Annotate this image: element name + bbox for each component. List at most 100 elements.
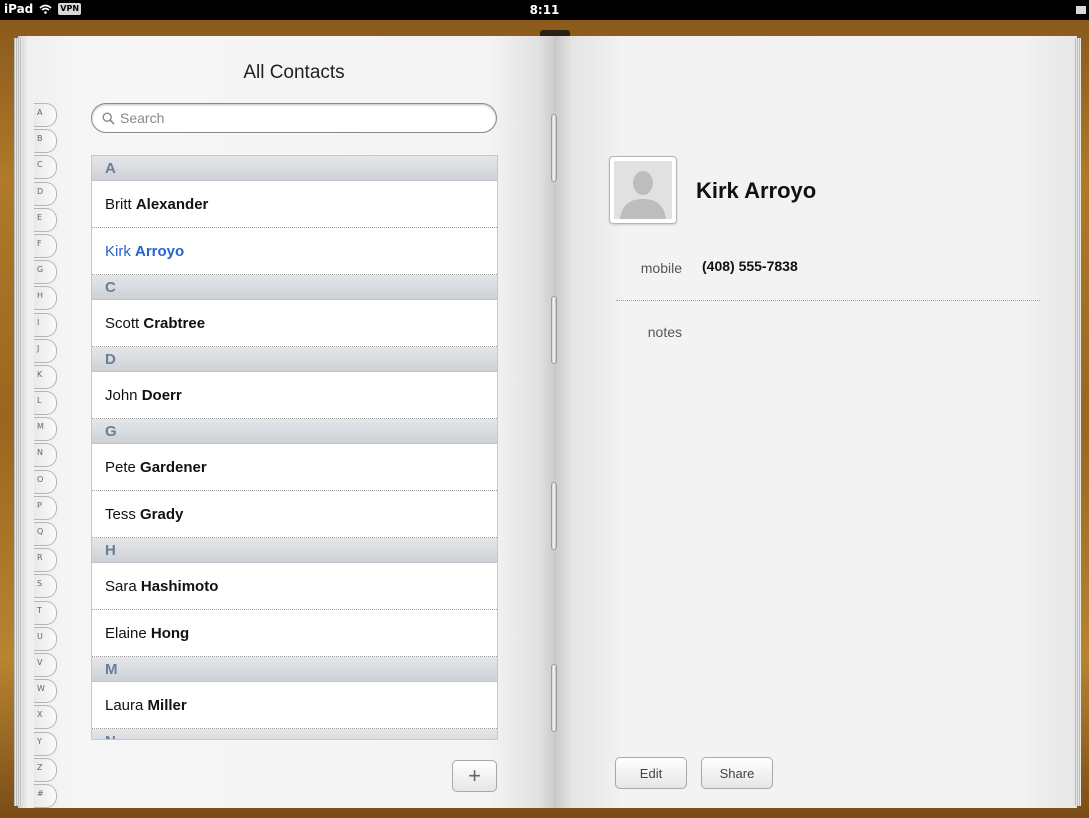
contact-last-name: Alexander (135, 196, 209, 213)
section-header: G (92, 419, 497, 444)
index-tab-s[interactable]: S (34, 573, 58, 599)
binding-ring (551, 482, 557, 550)
contact-row[interactable]: Tess Grady (92, 491, 497, 538)
index-tab-h[interactable]: H (34, 285, 58, 311)
index-tab-label: G (37, 265, 44, 275)
index-tab-t[interactable]: T (34, 600, 58, 626)
binding-ring (551, 296, 557, 364)
index-tab-label: N (37, 448, 43, 458)
index-tab-y[interactable]: Y (34, 731, 58, 757)
index-tab-label: F (37, 238, 42, 248)
index-tab-l[interactable]: L (34, 390, 58, 416)
binding-ring (551, 114, 557, 182)
index-tab-i[interactable]: I (34, 312, 58, 338)
person-silhouette-icon (614, 161, 672, 219)
index-tab-label: Q (37, 527, 44, 536)
section-header: N (92, 729, 497, 739)
index-tab-d[interactable]: D (34, 181, 58, 207)
contact-last-name: Doerr (141, 387, 182, 404)
contact-last-name: Hashimoto (140, 578, 219, 595)
index-tab-e[interactable]: E (34, 207, 58, 233)
mobile-label: mobile (640, 260, 682, 276)
contact-first-name: Elaine (105, 625, 147, 642)
index-tab-f[interactable]: F (34, 233, 58, 259)
status-time: 8:11 (529, 3, 560, 17)
index-tab-b[interactable]: B (34, 128, 58, 154)
avatar[interactable] (609, 156, 677, 224)
index-tab-label: R (37, 553, 43, 563)
index-tab-k[interactable]: K (34, 364, 58, 390)
index-tab-label: A (37, 108, 43, 117)
section-header: H (92, 538, 497, 563)
contact-first-name: Britt (105, 196, 132, 213)
field-divider (616, 300, 1040, 301)
index-tab-hash[interactable]: # (34, 783, 58, 809)
contact-list[interactable]: A Britt Alexander Kirk Arroyo C Scott Crabtr… (91, 155, 498, 740)
mobile-number[interactable]: (408) 555-7838 (702, 258, 798, 274)
contact-first-name: Kirk (105, 243, 131, 260)
index-tab-label: U (37, 631, 43, 641)
index-tab-q[interactable]: Q (34, 521, 58, 547)
index-tab-a[interactable]: A (34, 102, 58, 128)
contact-row[interactable]: Elaine Hong (92, 610, 497, 657)
search-icon (102, 111, 115, 125)
index-tab-o[interactable]: O (34, 469, 58, 495)
contact-row[interactable]: John Doerr (92, 372, 497, 419)
index-tab-label: K (37, 369, 43, 379)
contact-first-name: Sara (105, 578, 137, 595)
edit-button[interactable]: Edit (615, 757, 687, 789)
index-tab-label: # (37, 788, 44, 798)
contact-row[interactable]: Kirk Arroyo (92, 228, 497, 275)
notes-label: notes (647, 324, 682, 340)
section-header: D (92, 347, 497, 372)
contact-row[interactable]: Britt Alexander (92, 181, 497, 228)
index-tab-label: D (37, 186, 44, 196)
contact-last-name: Arroyo (135, 243, 185, 260)
contact-name: Kirk Arroyo (696, 178, 817, 203)
index-tab-label: X (37, 710, 43, 720)
index-tab-label: L (37, 396, 42, 406)
section-header: C (92, 275, 497, 300)
contact-first-name: Scott (105, 315, 140, 332)
index-tab-p[interactable]: P (34, 495, 58, 521)
add-contact-button[interactable]: + (452, 760, 497, 792)
index-tab-m[interactable]: M (34, 416, 58, 442)
battery-icon (1076, 6, 1086, 14)
share-button[interactable]: Share (701, 757, 773, 789)
index-tab-c[interactable]: C (34, 154, 58, 180)
index-tab-label: P (37, 500, 42, 510)
section-header: M (92, 657, 497, 682)
contact-row[interactable]: Pete Gardener (92, 444, 497, 491)
index-tab-label: T (37, 605, 42, 615)
index-tab-z[interactable]: Z (34, 757, 58, 783)
contact-last-name: Miller (147, 697, 187, 714)
search-bar[interactable] (91, 103, 497, 133)
alphabet-index[interactable]: A B C D E F G H I J K L M N O P Q R S T U V W X Y Z # (34, 102, 58, 809)
index-tab-r[interactable]: R (34, 547, 58, 573)
index-tab-j[interactable]: J (34, 338, 58, 364)
search-input[interactable] (120, 110, 480, 126)
index-tab-w[interactable]: W (34, 678, 58, 704)
index-tab-label: V (37, 657, 43, 667)
contact-row[interactable]: Sara Hashimoto (92, 563, 497, 610)
contact-row[interactable]: Scott Crabtree (92, 300, 497, 347)
index-tab-g[interactable]: G (34, 259, 58, 285)
contact-first-name: Laura (105, 697, 144, 714)
index-tab-label: W (37, 684, 45, 694)
contact-last-name: Grady (140, 506, 184, 523)
contact-last-name: Crabtree (143, 315, 206, 332)
index-tab-v[interactable]: V (34, 652, 58, 678)
index-tab-label: S (37, 579, 43, 589)
index-tab-label: M (37, 422, 44, 432)
index-tab-label: O (37, 474, 44, 484)
contact-last-name: Gardener (140, 459, 207, 476)
index-tab-u[interactable]: U (34, 626, 58, 652)
index-tab-x[interactable]: X (34, 704, 58, 730)
section-header: A (92, 156, 497, 181)
contact-first-name: Tess (105, 506, 136, 523)
contact-row[interactable]: Laura Miller (92, 682, 497, 729)
page-title: All Contacts (243, 62, 345, 83)
index-tab-n[interactable]: N (34, 442, 58, 468)
binding-ring (551, 664, 557, 732)
index-tab-label: J (37, 343, 40, 353)
